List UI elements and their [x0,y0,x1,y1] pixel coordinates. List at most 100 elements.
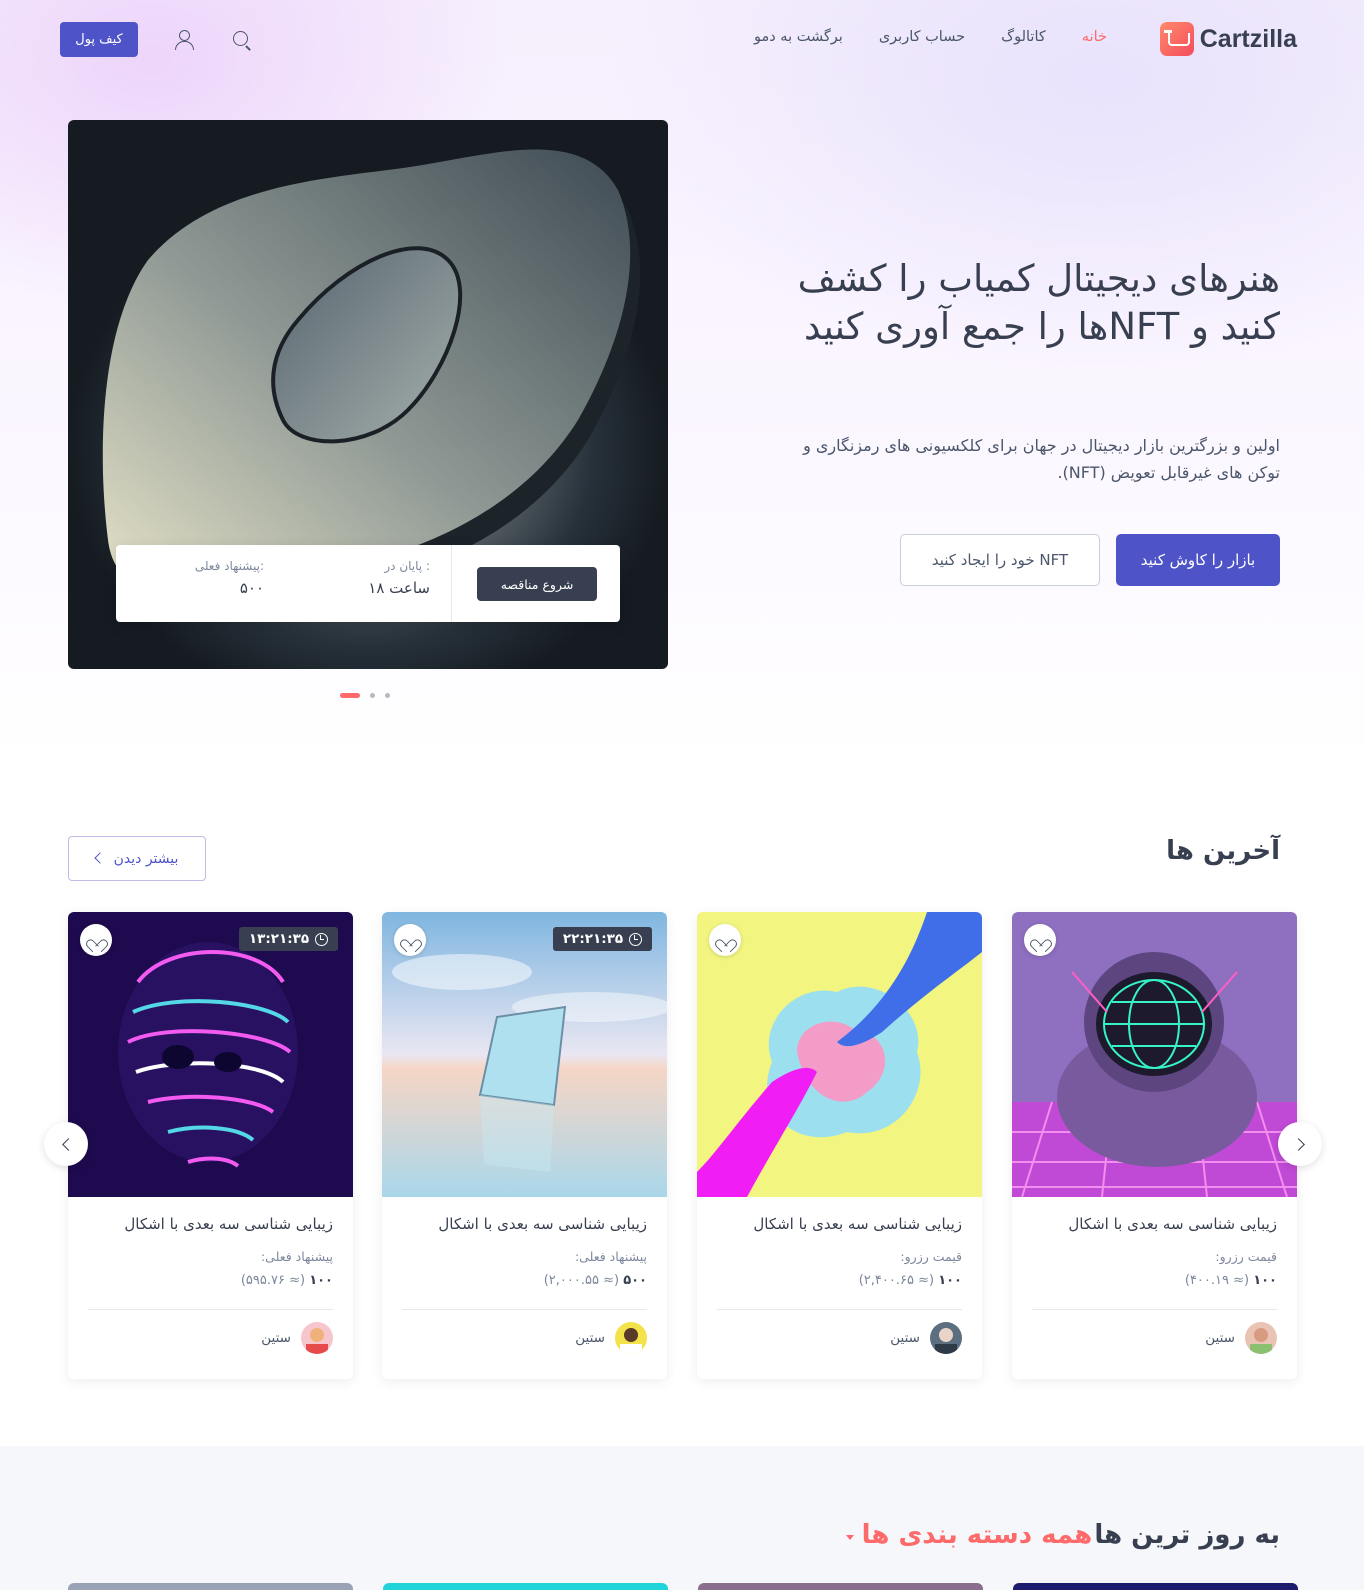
countdown-timer: ۱۳:۲۱:۳۵ [239,927,338,951]
current-bid: :پیشنهاد فعلی ۵۰۰ [195,559,264,597]
card-price-label: قیمت رزرو: [1215,1249,1277,1264]
card-price-label: قیمت رزرو: [900,1249,962,1264]
timer-value: ۱۳:۲۱:۳۵ [248,931,310,947]
main-nav: خانه کاتالوگ حساب کاربری برگشت به دمو [754,29,1107,45]
card-divider [1032,1309,1277,1310]
card-price: ۱۰۰ (≈ ۵۹۵.۷۶) [241,1273,333,1288]
card-author[interactable]: ستین [1205,1322,1277,1354]
auction-ends: : پایان در ساعت ۱۸ [368,559,430,597]
card-price-fiat: (≈ ۵۹۵.۷۶) [240,1273,306,1288]
carousel-prev-button[interactable] [44,1122,88,1166]
author-name: ستین [261,1330,291,1346]
carousel-dot-3[interactable] [385,693,390,698]
clock-icon [629,932,643,946]
caret-down-icon[interactable] [845,1534,854,1540]
nav-item-account[interactable]: حساب کاربری [879,29,965,45]
explore-market-button[interactable]: بازار را کاوش کنید [1116,534,1280,586]
heart-icon [1034,934,1047,946]
nft-card[interactable]: زیبایی شناسی سه بعدی با اشکال قیمت رزرو:… [1012,912,1297,1379]
hero-title: هنرهای دیجیتال کمیاب را کشف کنید و NFTها… [797,257,1280,348]
favorite-button[interactable] [394,924,426,956]
nav-item-back-to-demo[interactable]: برگشت به دمو [754,29,843,45]
card-title[interactable]: زیبایی شناسی سه بعدی با اشکال [438,1215,647,1233]
current-bid-label: :پیشنهاد فعلی [194,559,264,573]
latest-cards: زیبایی شناسی سه بعدی با اشکال قیمت رزرو:… [68,912,1297,1379]
nav-item-catalog[interactable]: کاتالوگ [1001,29,1046,45]
cart-logo-icon [1159,22,1194,56]
user-icon[interactable] [172,28,196,52]
heart-icon [719,934,732,946]
author-name: ستین [890,1330,920,1346]
card-divider [402,1309,647,1310]
heart-icon [404,934,417,946]
hero-description: اولین و بزرگترین بازار دیجیتال در جهان ب… [803,436,1280,482]
card-price: ۱۰۰ (≈ ۴۰۰.۱۹) [1185,1273,1277,1288]
nft-image-hands-flower [697,912,982,1197]
carousel-pagination [340,693,390,698]
card-price-fiat: (≈ ۲,۴۰۰.۶۵) [858,1273,935,1288]
card-price-value: ۵۰۰ [623,1273,647,1288]
card-price-fiat: (≈ ۲,۰۰۰.۵۵) [543,1273,620,1288]
carousel-dot-2[interactable] [370,693,375,698]
favorite-button[interactable] [709,924,741,956]
search-icon[interactable] [230,28,254,52]
timer-value: ۲۲:۲۱:۳۵ [562,931,624,947]
auction-ends-label: : پایان در [384,559,430,573]
nft-card[interactable]: ۱۳:۲۱:۳۵ زیبایی شناسی سه بعدی با اشکال پ… [68,912,353,1379]
nft-card[interactable]: زیبایی شناسی سه بعدی با اشکال قیمت رزرو:… [697,912,982,1379]
card-price-label: پیشنهاد فعلی: [260,1249,333,1264]
chevron-right-icon [1291,1137,1305,1151]
avatar [301,1322,333,1354]
wallet-button[interactable]: کیف پول [60,22,138,57]
trending-card-peek [68,1583,353,1590]
card-price-value: ۱۰۰ [309,1273,333,1288]
nft-image-astronaut [1012,912,1297,1197]
card-price: ۵۰۰ (≈ ۲,۰۰۰.۵۵) [544,1273,647,1288]
card-title[interactable]: زیبایی شناسی سه بعدی با اشکال [753,1215,962,1233]
header-tools: کیف پول [60,22,254,57]
card-price-value: ۱۰۰ [1253,1273,1277,1288]
favorite-button[interactable] [1024,924,1056,956]
trending-title-prefix: به روز ترین ها [1094,1520,1280,1550]
card-price-label: پیشنهاد فعلی: [574,1249,647,1264]
clock-icon [315,932,329,946]
logo-text: Cartzilla [1199,24,1297,53]
nav-item-home[interactable]: خانه [1082,29,1107,45]
carousel-next-button[interactable] [1278,1122,1322,1166]
create-nft-button[interactable]: NFT خود را ایجاد کنید [900,534,1100,586]
trending-title: به روز ترین ها همه دسته بندی ها [845,1520,1280,1550]
card-divider [88,1309,333,1310]
card-price: ۱۰۰ (≈ ۲,۴۰۰.۶۵) [859,1273,962,1288]
carousel-dot-1[interactable] [340,693,360,698]
card-price-fiat: (≈ ۴۰۰.۱۹) [1184,1273,1250,1288]
card-title[interactable]: زیبایی شناسی سه بعدی با اشکال [1068,1215,1277,1233]
view-more-button[interactable]: بیشتر دیدن [68,836,206,881]
chevron-left-icon [61,1137,75,1151]
nft-image-mirror-sky [382,912,667,1197]
author-name: ستین [1205,1330,1235,1346]
countdown-timer: ۲۲:۲۱:۳۵ [553,927,652,951]
favorite-button[interactable] [80,924,112,956]
auction-ends-value: ساعت ۱۸ [368,579,430,597]
card-divider [717,1309,962,1310]
category-dropdown[interactable]: همه دسته بندی ها [862,1520,1093,1550]
card-author[interactable]: ستین [575,1322,647,1354]
card-price-value: ۱۰۰ [938,1273,962,1288]
site-header: Cartzilla خانه کاتالوگ حساب کاربری برگشت… [60,20,1297,60]
author-name: ستین [575,1330,605,1346]
card-title[interactable]: زیبایی شناسی سه بعدی با اشکال [124,1215,333,1233]
trending-card-peek [698,1583,983,1590]
trending-section-background [0,1446,1364,1590]
card-author[interactable]: ستین [261,1322,333,1354]
view-more-label: بیشتر دیدن [113,850,179,867]
logo[interactable]: Cartzilla [1159,22,1297,56]
nft-card[interactable]: ۲۲:۲۱:۳۵ زیبایی شناسی سه بعدی با اشکال پ… [382,912,667,1379]
place-bid-button[interactable]: شروع مناقصه [477,567,597,601]
trending-card-peek [383,1583,668,1590]
card-author[interactable]: ستین [890,1322,962,1354]
auction-divider [451,545,452,622]
chevron-left-icon [93,851,106,864]
heart-icon [90,934,103,946]
avatar [1245,1322,1277,1354]
trending-card-peek [1013,1583,1298,1590]
